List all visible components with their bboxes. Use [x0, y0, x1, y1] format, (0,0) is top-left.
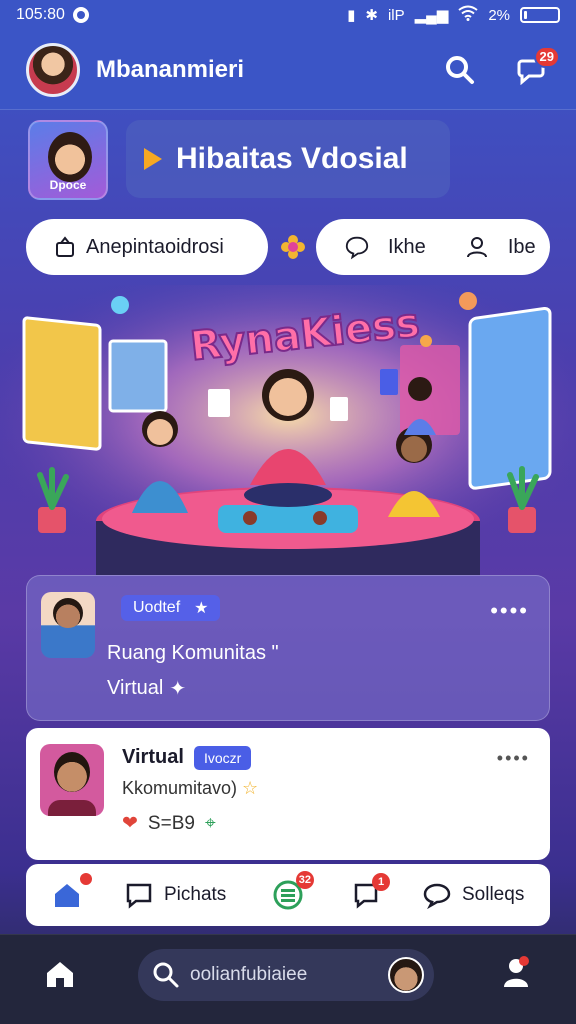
sync-icon	[72, 7, 89, 23]
post-author-name: Virtual	[122, 746, 184, 768]
messages-badge: 29	[533, 45, 560, 68]
search-icon	[153, 962, 179, 988]
home-icon	[55, 884, 79, 907]
home-icon	[47, 962, 73, 987]
play-icon	[144, 148, 162, 170]
post-line2: Virtual	[107, 677, 164, 699]
nav-home-button[interactable]	[44, 959, 76, 994]
post-avatar[interactable]	[41, 592, 95, 658]
channel-thumb-caption: Dpoce	[49, 178, 87, 192]
user-avatar[interactable]	[26, 42, 80, 97]
nav-profile-button[interactable]	[500, 955, 532, 994]
search-bar[interactable]: oolianfubiaiee	[138, 949, 434, 1001]
tab-stories[interactable]: Solleqs	[422, 881, 524, 909]
post-line1: Ruang Komunitas	[107, 642, 266, 664]
user-icon[interactable]	[464, 234, 490, 260]
bluetooth-icon: ✱	[365, 7, 378, 24]
notification-badge: 1	[372, 873, 390, 891]
bottom-navigation: oolianfubiaiee	[0, 934, 576, 1024]
profile-icon	[504, 956, 529, 987]
chat-icon	[126, 883, 152, 909]
chats-label: Pichats	[164, 884, 227, 905]
post-tag: Ivoczr	[194, 746, 252, 770]
channel-title-card[interactable]: Hibaitas Vdosial	[126, 120, 450, 198]
reactions-pill: Ikhe Ibe	[316, 219, 550, 275]
heart-icon: ❤	[122, 813, 138, 834]
messages-button[interactable]: 29	[514, 45, 560, 88]
star-icon: ★	[194, 600, 209, 617]
post-card[interactable]: Uodtef ★ •••• Ruang Komunitas " Virtual …	[26, 575, 550, 721]
post-card[interactable]: Virtual Ivoczr •••• Kkomumitavo) ☆ ❤ S=B…	[26, 728, 550, 860]
home-badge	[80, 873, 92, 885]
star-icon: ☆	[242, 778, 259, 798]
signal-text: ilP	[387, 6, 405, 24]
feed-badge: 32	[295, 871, 314, 889]
tab-notifications[interactable]: 1	[352, 873, 390, 909]
post-tag-label: Uodtef	[133, 599, 181, 616]
status-time: 105:80	[16, 6, 65, 23]
pin-icon: ⌖	[204, 812, 216, 834]
post-stat: ❤ S=B9 ⌖	[122, 812, 216, 835]
battery-fill	[524, 11, 528, 19]
follow-label[interactable]: Ibe	[508, 236, 536, 259]
battery-icon	[520, 7, 560, 23]
stories-label: Solleqs	[462, 884, 525, 905]
search-icon	[446, 55, 474, 84]
username: Mbananmieri	[96, 55, 245, 83]
speech-icon	[423, 883, 451, 909]
search-button[interactable]	[442, 52, 478, 88]
post-subtext: Virtual ✦	[107, 676, 186, 701]
post-tag: Uodtef ★	[121, 595, 221, 621]
comment-icon[interactable]	[344, 234, 370, 260]
post-line1-suffix: "	[271, 642, 279, 664]
post-subtitle-text: Kkomumitavo)	[122, 778, 238, 798]
post-text: Ruang Komunitas "	[107, 642, 279, 665]
search-placeholder: oolianfubiaiee	[190, 964, 308, 985]
channel-title: Hibaitas Vdosial	[176, 142, 408, 175]
search-avatar[interactable]	[388, 957, 424, 993]
tab-feed[interactable]: 32	[272, 871, 314, 911]
signal-icon: ▂▄▆	[414, 7, 449, 24]
wifi-icon	[458, 5, 478, 25]
post-stat-value: S=B9	[147, 812, 195, 834]
bag-icon	[52, 234, 78, 260]
like-label[interactable]: Ikhe	[388, 236, 426, 259]
status-bar: 105:80 ▮ ✱ ilP ▂▄▆ 2%	[0, 0, 576, 30]
announce-label: Anepintaoidrosi	[86, 235, 224, 258]
tab-home[interactable]	[52, 873, 92, 909]
channel-face	[48, 132, 92, 182]
tab-chats[interactable]: Pichats	[124, 881, 226, 909]
more-options-icon[interactable]: ••••	[497, 748, 530, 769]
more-options-icon[interactable]: ••••	[490, 598, 529, 624]
sparkle-icon: ✦	[169, 678, 187, 700]
vibrate-icon: ▮	[347, 7, 356, 24]
post-avatar[interactable]	[40, 744, 104, 816]
app-header: Mbananmieri 29	[0, 30, 576, 110]
announce-button[interactable]: Anepintaoidrosi	[26, 219, 268, 275]
tab-bar: Pichats 32 1 Solleqs	[26, 864, 550, 926]
post-subtitle: Kkomumitavo) ☆	[122, 778, 258, 799]
channel-thumbnail[interactable]: Dpoce	[28, 120, 108, 200]
battery-percent: 2%	[488, 6, 510, 24]
flower-icon	[280, 234, 306, 260]
